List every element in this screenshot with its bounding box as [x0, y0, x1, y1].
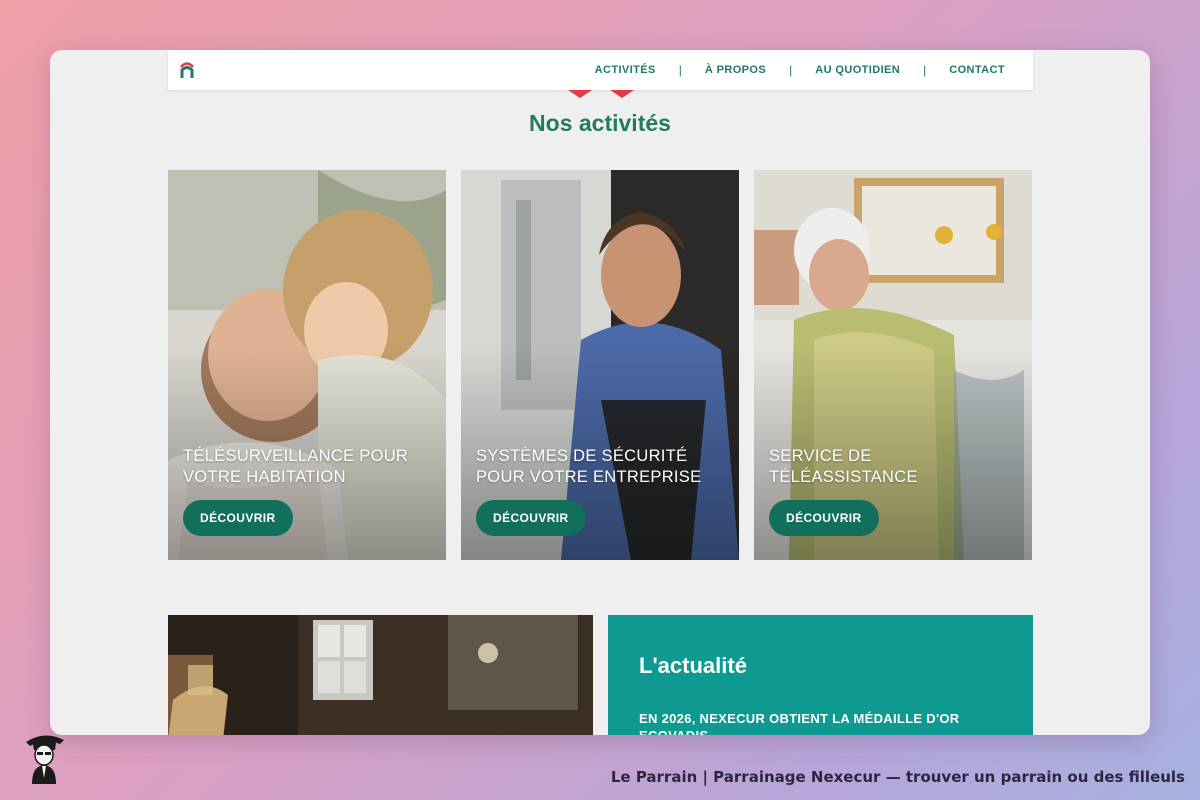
browser-frame: ACTIVITÉS | À PROPOS | AU QUOTIDIEN | CO… — [50, 50, 1150, 735]
nav-item-activites[interactable]: ACTIVITÉS — [595, 64, 656, 76]
nav-item-au-quotidien[interactable]: AU QUOTIDIEN — [815, 64, 900, 76]
card-title: SERVICE DE TÉLÉASSISTANCE — [769, 447, 918, 486]
top-navbar: ACTIVITÉS | À PROPOS | AU QUOTIDIEN | CO… — [168, 50, 1033, 90]
nav-item-contact[interactable]: CONTACT — [949, 64, 1005, 76]
news-panel: L'actualité EN 2026, NEXECUR OBTIENT LA … — [608, 615, 1033, 735]
nav-separator: | — [789, 63, 793, 77]
main-nav: ACTIVITÉS | À PROPOS | AU QUOTIDIEN | CO… — [595, 50, 1005, 90]
nav-separator: | — [678, 63, 682, 77]
card-title: TÉLÉSURVEILLANCE POUR VOTRE HABITATION — [183, 447, 409, 486]
news-headline-link[interactable]: EN 2026, NEXECUR OBTIENT LA MÉDAILLE D'O… — [639, 710, 979, 735]
activity-card-business[interactable]: SYSTÈMES DE SÉCURITÉ POUR VOTRE ENTREPRI… — [461, 170, 739, 560]
activity-card-home[interactable]: TÉLÉSURVEILLANCE POUR VOTRE HABITATION D… — [168, 170, 446, 560]
parrain-mascot-icon — [26, 735, 64, 784]
section-title: Nos activités — [529, 110, 671, 136]
nexecur-logo[interactable] — [179, 61, 195, 79]
discover-button[interactable]: DÉCOUVRIR — [769, 500, 879, 536]
discover-button[interactable]: DÉCOUVRIR — [183, 500, 293, 536]
discover-button[interactable]: DÉCOUVRIR — [476, 500, 586, 536]
news-title: L'actualité — [639, 653, 747, 678]
card-title: SYSTÈMES DE SÉCURITÉ POUR VOTRE ENTREPRI… — [476, 447, 702, 486]
kitchen-photo-image — [168, 615, 593, 735]
nav-item-a-propos[interactable]: À PROPOS — [705, 64, 766, 76]
kitchen-photo — [168, 615, 593, 735]
nav-separator: | — [923, 63, 927, 77]
page-caption: Le Parrain | Parrainage Nexecur — trouve… — [610, 768, 1185, 786]
heart-icons — [568, 90, 634, 98]
activity-card-assistance[interactable]: SERVICE DE TÉLÉASSISTANCE DÉCOUVRIR — [754, 170, 1032, 560]
